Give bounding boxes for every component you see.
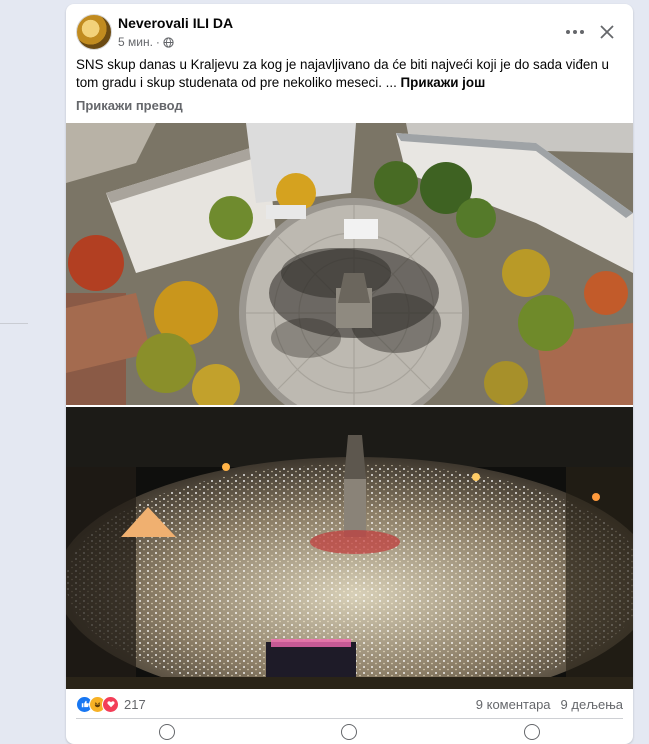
reaction-count[interactable]: 217 — [124, 697, 146, 712]
left-rail-divider — [0, 323, 28, 324]
post-body: SNS skup danas u Kraljevu za kog je naja… — [76, 57, 609, 90]
post-actions — [76, 718, 623, 740]
reaction-icons[interactable] — [76, 695, 119, 713]
like-action-icon[interactable] — [159, 724, 176, 740]
post-photo-day[interactable] — [66, 123, 633, 405]
comment-action-icon[interactable] — [341, 724, 358, 740]
post-meta: 5 мин. · — [118, 35, 174, 49]
reactions-bar: 217 9 коментара 9 дељења — [76, 694, 623, 714]
post-card: Neverovali ILI DA 5 мин. · SNS skup dana… — [66, 4, 633, 744]
comments-count[interactable]: 9 коментара — [476, 697, 551, 712]
meta-separator: · — [155, 35, 160, 49]
see-translation-link[interactable]: Прикажи превод — [76, 98, 183, 113]
love-icon — [102, 695, 119, 713]
globe-icon — [163, 36, 174, 48]
close-icon[interactable] — [595, 20, 619, 44]
post-time[interactable]: 5 мин. — [118, 35, 153, 49]
author-name[interactable]: Neverovali ILI DA — [118, 15, 233, 31]
post-header: Neverovali ILI DA 5 мин. · — [76, 14, 623, 54]
aerial-night-image — [66, 407, 633, 689]
more-options-icon[interactable] — [563, 20, 587, 44]
post-text: SNS skup danas u Kraljevu za kog je naja… — [76, 56, 616, 92]
see-more-link[interactable]: Прикажи још — [401, 75, 486, 90]
share-action-icon[interactable] — [523, 724, 540, 740]
post-stats: 9 коментара 9 дељења — [476, 697, 623, 712]
post-photo-night[interactable] — [66, 407, 633, 689]
shares-count[interactable]: 9 дељења — [561, 697, 623, 712]
page-avatar[interactable] — [76, 14, 112, 50]
aerial-day-image — [66, 123, 633, 405]
